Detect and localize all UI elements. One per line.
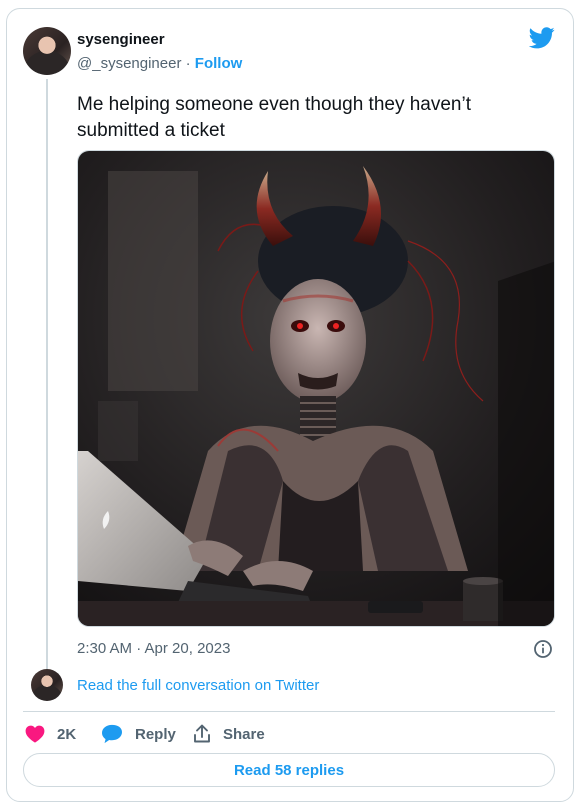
- heart-icon: [25, 725, 45, 743]
- like-button[interactable]: 2K: [25, 722, 76, 746]
- conversation-avatar: [31, 669, 63, 701]
- follow-button[interactable]: Follow: [195, 55, 243, 72]
- handle-separator: ·: [185, 55, 191, 72]
- reply-label: Reply: [135, 725, 176, 743]
- share-button[interactable]: Share: [193, 722, 265, 746]
- twitter-bird-icon[interactable]: [529, 27, 555, 49]
- divider: [23, 711, 555, 712]
- share-label: Share: [223, 725, 265, 743]
- author-handle-row: @_sysengineer · Follow: [77, 55, 242, 72]
- read-replies-button[interactable]: Read 58 replies: [23, 753, 555, 787]
- reply-button[interactable]: Reply: [101, 722, 176, 746]
- tweet-text: Me helping someone even though they have…: [77, 94, 471, 141]
- author-avatar[interactable]: [23, 27, 71, 75]
- speech-bubble-icon: [102, 724, 122, 744]
- like-count: 2K: [57, 725, 77, 743]
- tweet-embed-card: sysengineer @_sysengineer · Follow Me he…: [6, 8, 574, 802]
- share-arrow-icon: [194, 724, 210, 743]
- author-handle[interactable]: @_sysengineer: [77, 55, 181, 72]
- tweet-media-image[interactable]: [77, 150, 555, 627]
- tweet-timestamp[interactable]: 2:30 AM · Apr 20, 2023: [77, 640, 230, 657]
- info-icon[interactable]: [533, 639, 553, 659]
- read-full-conversation-link[interactable]: Read the full conversation on Twitter: [77, 677, 319, 694]
- author-name[interactable]: sysengineer: [77, 31, 165, 48]
- thread-line: [46, 79, 48, 673]
